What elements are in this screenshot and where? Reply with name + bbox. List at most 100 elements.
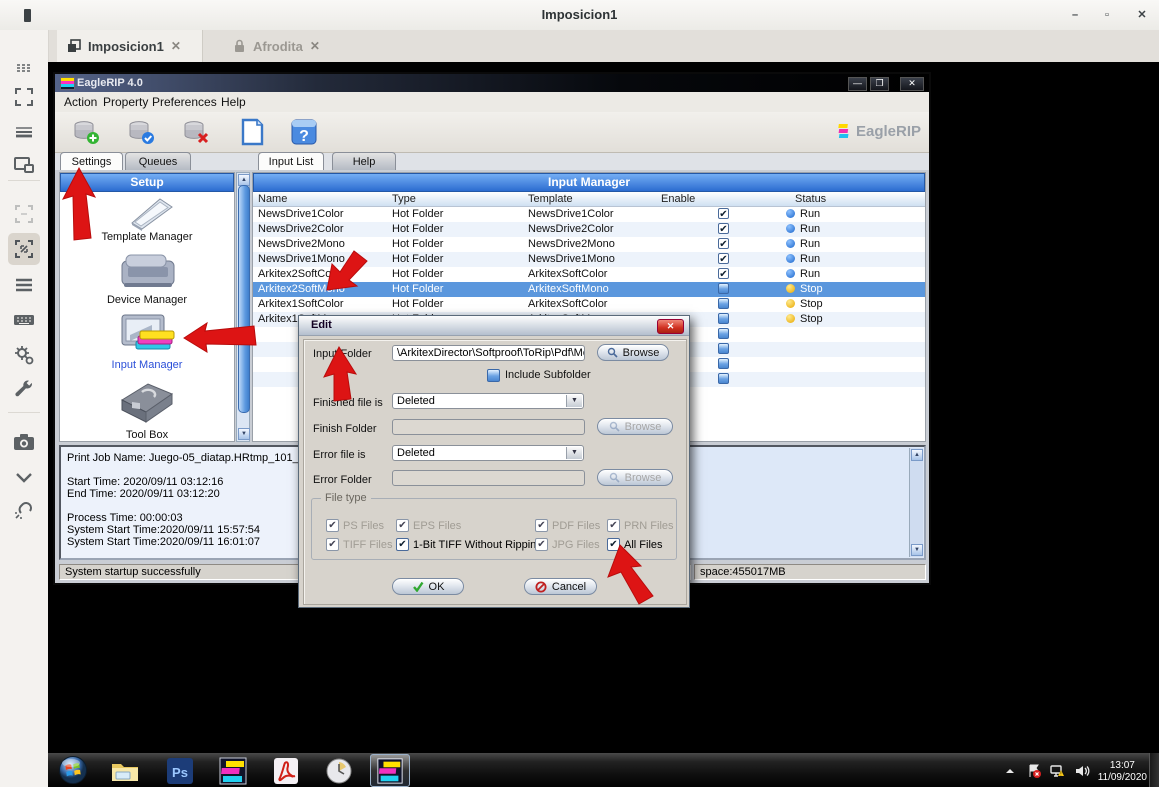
tab-afrodita[interactable]: Afrodita ✕ [223, 30, 373, 62]
scale-window-icon[interactable] [8, 233, 40, 265]
ok-button[interactable]: OK [392, 578, 464, 595]
table-row[interactable]: NewsDrive1Mono Hot Folder NewsDrive1Mono… [253, 252, 925, 267]
scrollbar-thumb[interactable] [238, 185, 250, 413]
tools-wrench-icon[interactable] [12, 378, 36, 402]
device-manager-icon[interactable] [108, 249, 186, 298]
keyboard-icon[interactable] [12, 308, 36, 332]
file-explorer-icon[interactable] [110, 756, 140, 786]
finished-file-dropdown[interactable]: Deleted ▼ [392, 393, 584, 409]
screenshot-camera-icon[interactable] [12, 430, 36, 454]
document-icon[interactable] [237, 117, 267, 147]
menu-property[interactable]: Property [103, 92, 148, 112]
file-type-checkbox[interactable]: ✔EPS Files [396, 519, 461, 532]
enable-checkbox[interactable] [718, 298, 729, 309]
setup-scrollbar[interactable]: ▲ ▼ [236, 172, 250, 442]
column-header-name[interactable]: Name [253, 192, 387, 206]
include-subfolder-checkbox[interactable] [487, 369, 500, 382]
multi-monitor-icon[interactable] [12, 153, 36, 177]
setup-item-tool-box[interactable]: Tool Box [60, 429, 234, 440]
gears-icon[interactable] [12, 343, 36, 367]
table-row[interactable]: NewsDrive2Mono Hot Folder NewsDrive2Mono… [253, 237, 925, 252]
table-row[interactable]: NewsDrive1Color Hot Folder NewsDrive1Col… [253, 207, 925, 222]
enable-checkbox[interactable]: ✔ [718, 253, 729, 264]
scroll-down-icon[interactable]: ▼ [911, 544, 923, 556]
database-check-icon[interactable] [126, 117, 156, 147]
file-type-checkbox[interactable]: ✔PDF Files [535, 519, 600, 532]
acrobat-icon[interactable] [271, 756, 301, 786]
eaglerip-icon[interactable] [218, 756, 248, 786]
help-toolbar-icon[interactable]: ? [289, 117, 319, 147]
enable-checkbox[interactable]: ✔ [718, 238, 729, 249]
menu-help[interactable]: Help [221, 92, 246, 112]
show-desktop-button[interactable] [1149, 753, 1159, 787]
scroll-up-icon[interactable]: ▲ [911, 449, 923, 461]
browse-input-folder-button[interactable]: Browse [597, 344, 669, 361]
fullscreen-icon[interactable] [12, 85, 36, 109]
start-button[interactable] [58, 755, 88, 785]
photoshop-icon[interactable]: Ps [165, 756, 195, 786]
clock-app-icon[interactable] [324, 756, 354, 786]
setup-item-input-manager[interactable]: Input Manager [60, 359, 234, 371]
setup-item-template-manager[interactable]: Template Manager [60, 231, 234, 243]
file-type-checkbox[interactable]: ✔PRN Files [607, 519, 674, 532]
dropdown-arrow-icon[interactable]: ▼ [566, 395, 582, 407]
error-file-dropdown[interactable]: Deleted ▼ [392, 445, 584, 461]
file-type-checkbox[interactable]: ✔JPG Files [535, 538, 600, 551]
tray-expand-icon[interactable] [1002, 763, 1018, 779]
file-type-checkbox[interactable]: ✔PS Files [326, 519, 384, 532]
enable-checkbox[interactable]: ✔ [718, 208, 729, 219]
dropdown-arrow-icon[interactable]: ▼ [566, 447, 582, 459]
enable-checkbox[interactable] [718, 373, 729, 384]
file-type-checkbox[interactable]: ✔All Files [607, 538, 663, 551]
tab-input-list[interactable]: Input List [258, 152, 324, 171]
rip-maximize-button[interactable]: ❐ [870, 77, 889, 91]
disconnect-link-icon[interactable] [12, 498, 36, 522]
menu-action[interactable]: Action [64, 92, 97, 112]
host-minimize-button[interactable]: – [1068, 8, 1082, 22]
file-type-checkbox[interactable]: ✔TIFF Files [326, 538, 393, 551]
database-delete-icon[interactable] [181, 117, 211, 147]
scroll-down-icon[interactable]: ▼ [238, 428, 250, 440]
resolution-lines-icon[interactable] [12, 120, 36, 144]
action-center-flag-icon[interactable] [1026, 763, 1042, 779]
enable-checkbox[interactable]: ✔ [718, 268, 729, 279]
scaled-grid-icon[interactable] [12, 202, 36, 226]
enable-checkbox[interactable]: ✔ [718, 223, 729, 234]
column-header-template[interactable]: Template [523, 192, 656, 206]
tab-help[interactable]: Help [332, 152, 396, 171]
enable-checkbox[interactable] [718, 283, 729, 294]
move-icon[interactable] [12, 56, 36, 80]
input-folder-field[interactable]: \ArkitexDirector\Softproof\ToRip\Pdf\Mon… [392, 345, 585, 361]
output-scrollbar[interactable]: ▲ ▼ [909, 448, 923, 557]
table-row[interactable]: Arkitex1SoftColor Hot Folder ArkitexSoft… [253, 297, 925, 312]
minimize-chevron-icon[interactable] [12, 465, 36, 489]
enable-checkbox[interactable] [718, 343, 729, 354]
database-add-icon[interactable] [71, 117, 101, 147]
eaglerip-active-taskbar-button[interactable] [370, 754, 410, 787]
file-type-checkbox[interactable]: ✔1-Bit TIFF Without Ripping [396, 538, 542, 551]
rip-minimize-button[interactable]: — [848, 77, 867, 91]
rip-close-button[interactable]: ✕ [900, 77, 924, 91]
host-maximize-button[interactable]: ▫ [1100, 8, 1114, 22]
table-row[interactable]: Arkitex2SoftMono Hot Folder ArkitexSoftM… [253, 282, 925, 297]
network-warning-icon[interactable]: ! [1050, 763, 1066, 779]
tab-close-icon[interactable]: ✕ [171, 39, 181, 53]
column-header-status[interactable]: Status [778, 192, 927, 206]
dialog-close-button[interactable]: ✕ [657, 319, 684, 334]
input-manager-icon[interactable] [110, 313, 184, 362]
column-header-enable[interactable]: Enable [656, 192, 778, 206]
cancel-button[interactable]: Cancel [524, 578, 597, 595]
tab-queues[interactable]: Queues [125, 152, 191, 171]
tab-imposicion1[interactable]: Imposicion1 ✕ [57, 30, 203, 62]
column-header-type[interactable]: Type [387, 192, 523, 206]
tool-box-icon[interactable] [110, 378, 184, 433]
enable-checkbox[interactable] [718, 313, 729, 324]
volume-icon[interactable] [1074, 763, 1090, 779]
menu-preferences[interactable]: Preferences [152, 92, 217, 112]
menu-lines-icon[interactable] [12, 273, 36, 297]
table-row[interactable]: Arkitex2SoftColor Hot Folder ArkitexSoft… [253, 267, 925, 282]
tab-close-icon[interactable]: ✕ [310, 39, 320, 53]
tab-settings[interactable]: Settings [60, 152, 123, 171]
table-row[interactable]: NewsDrive2Color Hot Folder NewsDrive2Col… [253, 222, 925, 237]
enable-checkbox[interactable] [718, 328, 729, 339]
